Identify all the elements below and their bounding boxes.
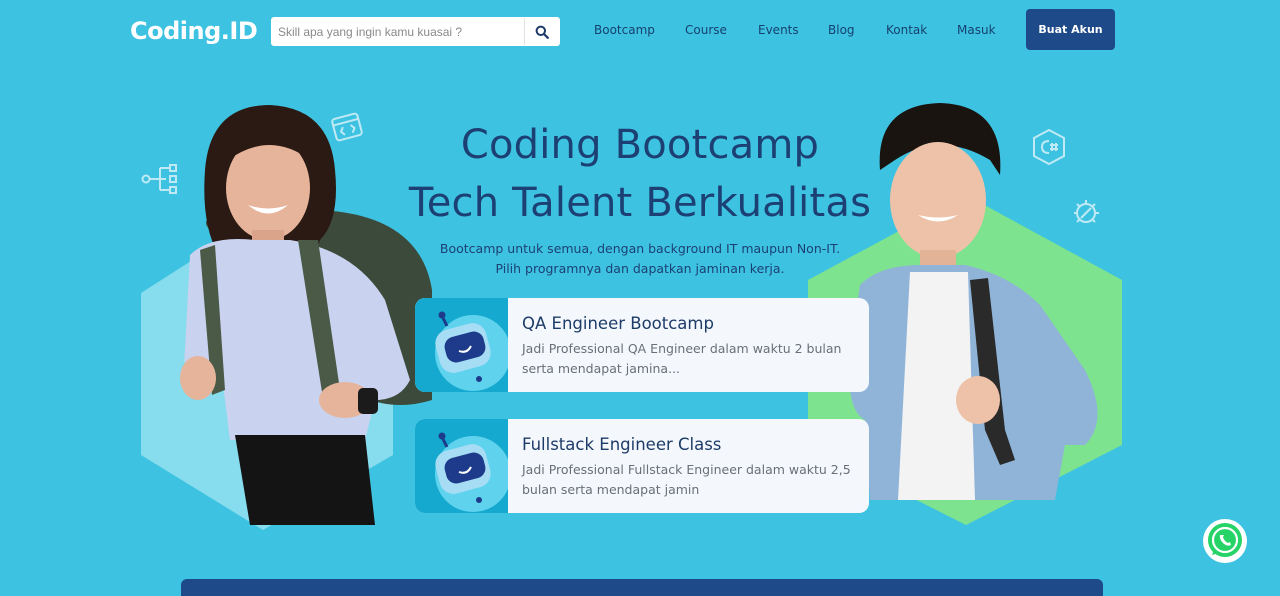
search-input[interactable] bbox=[271, 18, 525, 45]
hero-subtitle-line1: Bootcamp untuk semua, dengan background … bbox=[439, 241, 841, 256]
card-thumbnail bbox=[415, 419, 511, 513]
logo[interactable]: Coding.ID bbox=[130, 17, 258, 45]
card-description: Jadi Professional QA Engineer dalam wakt… bbox=[522, 341, 842, 376]
hero-subtitle-line2: Pilih programnya dan dapatkan jaminan ke… bbox=[495, 261, 785, 276]
program-card-fullstack[interactable]: Fullstack Engineer Class Jadi Profession… bbox=[415, 419, 869, 513]
hero-title-line1: Coding Bootcamp bbox=[460, 122, 820, 168]
section-bar bbox=[181, 579, 1103, 596]
nav-course[interactable]: Course bbox=[685, 23, 727, 37]
flow-icon bbox=[141, 164, 177, 194]
card-description: Jadi Professional Fullstack Engineer dal… bbox=[522, 462, 851, 497]
card-thumbnail bbox=[415, 298, 511, 392]
search-icon bbox=[535, 25, 549, 39]
card-title: QA Engineer Bootcamp bbox=[522, 314, 714, 333]
search-bar bbox=[271, 17, 560, 46]
search-button[interactable] bbox=[525, 17, 559, 46]
whatsapp-icon[interactable] bbox=[1202, 518, 1248, 564]
bug-icon bbox=[1074, 200, 1099, 223]
program-card-qa[interactable]: QA Engineer Bootcamp Jadi Professional Q… bbox=[415, 298, 869, 392]
csharp-icon bbox=[1033, 128, 1065, 166]
nav-bootcamp[interactable]: Bootcamp bbox=[594, 23, 655, 37]
robot-icon bbox=[435, 432, 511, 512]
create-account-button[interactable]: Buat Akun bbox=[1026, 9, 1115, 50]
hero-title-line2: Tech Talent Berkualitas bbox=[408, 180, 872, 226]
card-title: Fullstack Engineer Class bbox=[522, 435, 722, 454]
nav-blog[interactable]: Blog bbox=[828, 23, 855, 37]
nav-events[interactable]: Events bbox=[758, 23, 799, 37]
robot-icon bbox=[435, 311, 511, 391]
nav-kontak[interactable]: Kontak bbox=[886, 23, 927, 37]
nav-masuk[interactable]: Masuk bbox=[957, 23, 996, 37]
